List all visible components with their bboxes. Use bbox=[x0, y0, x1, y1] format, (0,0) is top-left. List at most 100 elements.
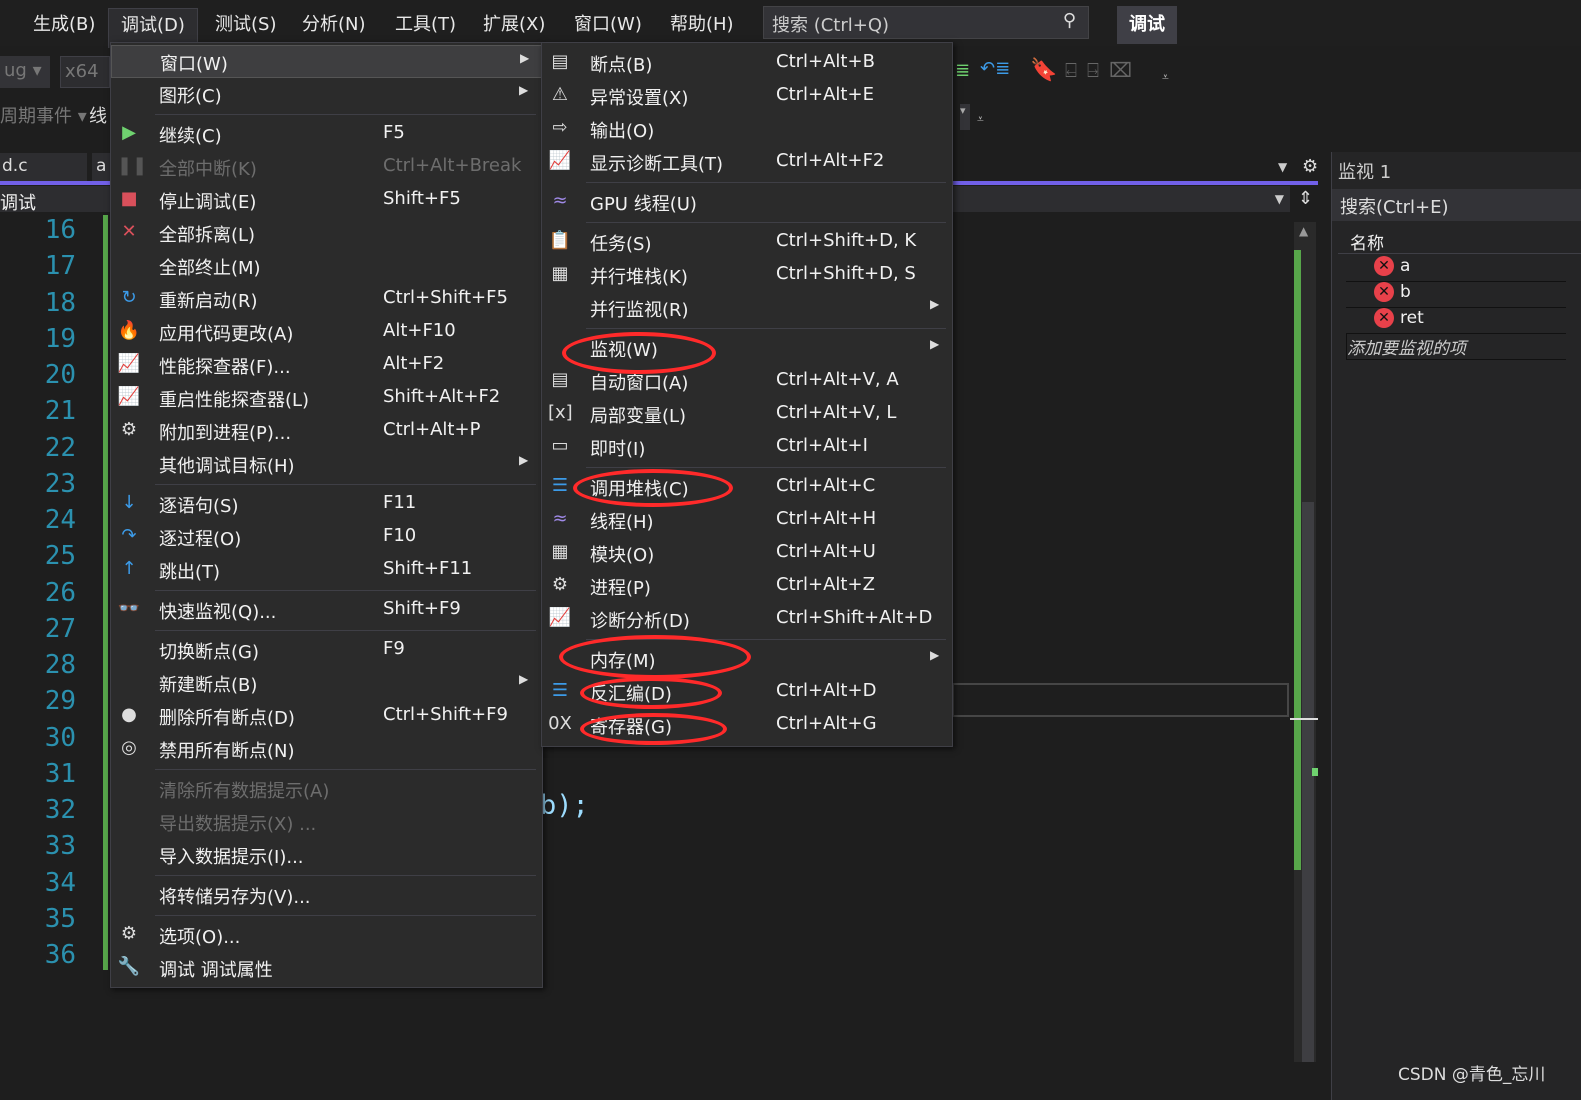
menu-item[interactable]: ▦ 模块(O) Ctrl+Alt+U bbox=[542, 537, 952, 570]
debug-menu: 窗口(W) ▶ 图形(C) ▶ ▶ 继续(C) F5 ❚❚ 全部中断(K) Ctrl+Alt+Br… bbox=[110, 42, 543, 988]
menu-item[interactable]: ▤ 断点(B) Ctrl+Alt+B bbox=[542, 47, 952, 80]
lifecycle-dropdown[interactable]: 周期事件 ▾ bbox=[0, 102, 87, 128]
menu-item[interactable]: 👓 快速监视(Q)... Shift+F9 bbox=[111, 594, 542, 627]
menu-analyze[interactable]: 分析(N) bbox=[302, 10, 366, 36]
menu-test[interactable]: 测试(S) bbox=[215, 10, 276, 36]
config-value: ug bbox=[4, 60, 27, 81]
scroll-up-icon[interactable]: ▲ bbox=[1299, 224, 1308, 238]
config-dropdown[interactable]: ug ▾ bbox=[0, 56, 50, 88]
restart-icon: ↻ bbox=[121, 287, 137, 308]
menu-item[interactable]: 清除所有数据提示(A) bbox=[111, 773, 542, 806]
tab-file2[interactable]: a bbox=[92, 153, 112, 181]
menu-item[interactable]: 导出数据提示(X) ... bbox=[111, 806, 542, 839]
menu-item-shortcut: Ctrl+Alt+V, L bbox=[776, 402, 897, 423]
annotation-circle-watch bbox=[562, 332, 716, 374]
scope-label: 调试 bbox=[0, 193, 36, 214]
menu-help[interactable]: 帮助(H) bbox=[670, 10, 734, 36]
menu-item[interactable]: 🔥 应用代码更改(A) Alt+F10 bbox=[111, 316, 542, 349]
watch-panel: 监视 1 搜索(Ctrl+E) 名称 ✕ a ✕ b ✕ ret 添加要监视的项 bbox=[1331, 152, 1581, 1100]
menu-item[interactable]: 📋 任务(S) Ctrl+Shift+D, K bbox=[542, 226, 952, 259]
menu-item[interactable]: ⇨ 输出(O) bbox=[542, 113, 952, 146]
menu-item[interactable]: 📈 重启性能探查器(L) Shift+Alt+F2 bbox=[111, 382, 542, 415]
column-header-name[interactable]: 名称 bbox=[1338, 226, 1581, 254]
overflow-icon-2[interactable]: ⩡ bbox=[1162, 70, 1169, 85]
menu-item-label: 逐语句(S) bbox=[159, 496, 239, 517]
menu-item[interactable]: ⚙ 选项(O)... bbox=[111, 919, 542, 952]
vertical-scrollbar[interactable]: ▲ bbox=[1290, 222, 1318, 1062]
menu-item[interactable]: ▶ 继续(C) F5 bbox=[111, 118, 542, 151]
menu-item-shortcut: Ctrl+Shift+F9 bbox=[383, 704, 508, 725]
menu-item[interactable]: ↓ 逐语句(S) F11 bbox=[111, 488, 542, 521]
menu-item[interactable]: 导入数据提示(I)... bbox=[111, 839, 542, 872]
menu-item-label: 断点(B) bbox=[590, 55, 653, 76]
watch-search-input[interactable]: 搜索(Ctrl+E) bbox=[1332, 189, 1581, 221]
search-input[interactable]: 搜索 (Ctrl+Q) ⚲ bbox=[763, 6, 1089, 39]
menu-item[interactable]: ↷ 逐过程(O) F10 bbox=[111, 521, 542, 554]
watch-item[interactable]: ✕ b bbox=[1346, 282, 1566, 308]
bookmark-nav-icons[interactable]: ⍇⍈⌧ bbox=[1065, 58, 1142, 82]
menu-item[interactable]: 其他调试目标(H) ▶ bbox=[111, 448, 542, 481]
menu-item[interactable]: 📈 显示诊断工具(T) Ctrl+Alt+F2 bbox=[542, 146, 952, 179]
dropdown-arrow-icon[interactable]: ▾ bbox=[960, 104, 970, 130]
menu-item[interactable]: ⚙ 附加到进程(P)... Ctrl+Alt+P bbox=[111, 415, 542, 448]
tab-file1[interactable]: d.c bbox=[0, 153, 87, 181]
menu-item[interactable]: ❚❚ 全部中断(K) Ctrl+Alt+Break bbox=[111, 151, 542, 184]
menu-item-shortcut: Ctrl+Alt+F2 bbox=[776, 150, 885, 171]
menu-item[interactable]: 📈 诊断分析(D) Ctrl+Shift+Alt+D bbox=[542, 603, 952, 636]
menu-build[interactable]: 生成(B) bbox=[33, 10, 95, 36]
menu-item[interactable]: 📈 性能探查器(F)... Alt+F2 bbox=[111, 349, 542, 382]
platform-dropdown[interactable]: x64 bbox=[60, 56, 110, 88]
menu-item[interactable]: ≈ GPU 线程(U) bbox=[542, 186, 952, 219]
gear-icon[interactable]: ⚙ bbox=[1302, 156, 1318, 177]
undo-indent-icon[interactable]: ↶≣ bbox=[980, 58, 1010, 79]
locals-icon: [x] bbox=[548, 402, 573, 423]
menu-window[interactable]: 窗口(W) bbox=[574, 10, 642, 36]
menu-item-shortcut: Ctrl+Shift+D, K bbox=[776, 230, 917, 251]
menu-item[interactable]: 窗口(W) ▶ bbox=[111, 45, 542, 78]
menu-item[interactable]: ↻ 重新启动(R) Ctrl+Shift+F5 bbox=[111, 283, 542, 316]
menu-item[interactable]: ◎ 禁用所有断点(N) bbox=[111, 733, 542, 766]
overflow-icon[interactable]: ⩡ bbox=[977, 112, 984, 127]
mode-badge: 调试 bbox=[1117, 6, 1177, 44]
watch-title: 监视 1 bbox=[1338, 162, 1392, 183]
menu-item-shortcut: Ctrl+Alt+G bbox=[776, 713, 877, 734]
menu-item[interactable]: 并行监视(R) ▶ bbox=[542, 292, 952, 325]
scroll-thumb[interactable] bbox=[1302, 502, 1314, 1062]
menu-extensions[interactable]: 扩展(X) bbox=[483, 10, 545, 36]
indent-icon[interactable]: ≣ bbox=[955, 60, 970, 81]
menu-item[interactable]: ● 删除所有断点(D) Ctrl+Shift+F9 bbox=[111, 700, 542, 733]
line-number: 34 bbox=[44, 867, 76, 898]
menu-item[interactable]: ⚙ 进程(P) Ctrl+Alt+Z bbox=[542, 570, 952, 603]
menu-item[interactable]: ■ 停止调试(E) Shift+F5 bbox=[111, 184, 542, 217]
menu-item[interactable]: [x] 局部变量(L) Ctrl+Alt+V, L bbox=[542, 398, 952, 431]
menu-item[interactable]: ≈ 线程(H) Ctrl+Alt+H bbox=[542, 504, 952, 537]
split-icon[interactable]: ⇕ bbox=[1298, 188, 1313, 209]
line-number: 25 bbox=[44, 541, 76, 572]
watch-item[interactable]: ✕ ret bbox=[1346, 308, 1566, 334]
menu-item[interactable]: 全部终止(M) bbox=[111, 250, 542, 283]
menu-item[interactable]: 切换断点(G) F9 bbox=[111, 634, 542, 667]
menu-item[interactable]: ⚠ 异常设置(X) Ctrl+Alt+E bbox=[542, 80, 952, 113]
gpu-threads-icon: ≈ bbox=[552, 190, 568, 211]
menu-item-label: 清除所有数据提示(A) bbox=[159, 781, 330, 802]
menu-item-label: 输出(O) bbox=[590, 121, 655, 142]
watch-item[interactable]: ✕ a bbox=[1346, 256, 1566, 282]
menu-item[interactable]: ↑ 跳出(T) Shift+F11 bbox=[111, 554, 542, 587]
menu-item[interactable]: ▭ 即时(I) Ctrl+Alt+I bbox=[542, 431, 952, 464]
menu-item[interactable]: 将转储另存为(V)... bbox=[111, 879, 542, 912]
line-number: 23 bbox=[44, 468, 76, 499]
tab-list-icon[interactable]: ▼ bbox=[1278, 160, 1287, 174]
menu-item[interactable]: ✕ 全部拆离(L) bbox=[111, 217, 542, 250]
menu-item-label: 调试 调试属性 bbox=[159, 960, 273, 981]
menu-item[interactable]: 🔧 调试 调试属性 bbox=[111, 952, 542, 985]
menu-tools[interactable]: 工具(T) bbox=[395, 10, 456, 36]
add-watch-item[interactable]: 添加要监视的项 bbox=[1346, 334, 1566, 360]
menu-item[interactable]: 新建断点(B) ▶ bbox=[111, 667, 542, 700]
menu-item-label: 即时(I) bbox=[590, 439, 646, 460]
line-number: 29 bbox=[44, 686, 76, 717]
submenu-arrow-icon: ▶ bbox=[930, 648, 940, 662]
menu-item[interactable]: 图形(C) ▶ bbox=[111, 78, 542, 111]
bookmark-icon[interactable]: 🔖 bbox=[1030, 58, 1057, 83]
menu-item[interactable]: ▦ 并行堆栈(K) Ctrl+Shift+D, S bbox=[542, 259, 952, 292]
menu-item-label: 性能探查器(F)... bbox=[159, 357, 291, 378]
